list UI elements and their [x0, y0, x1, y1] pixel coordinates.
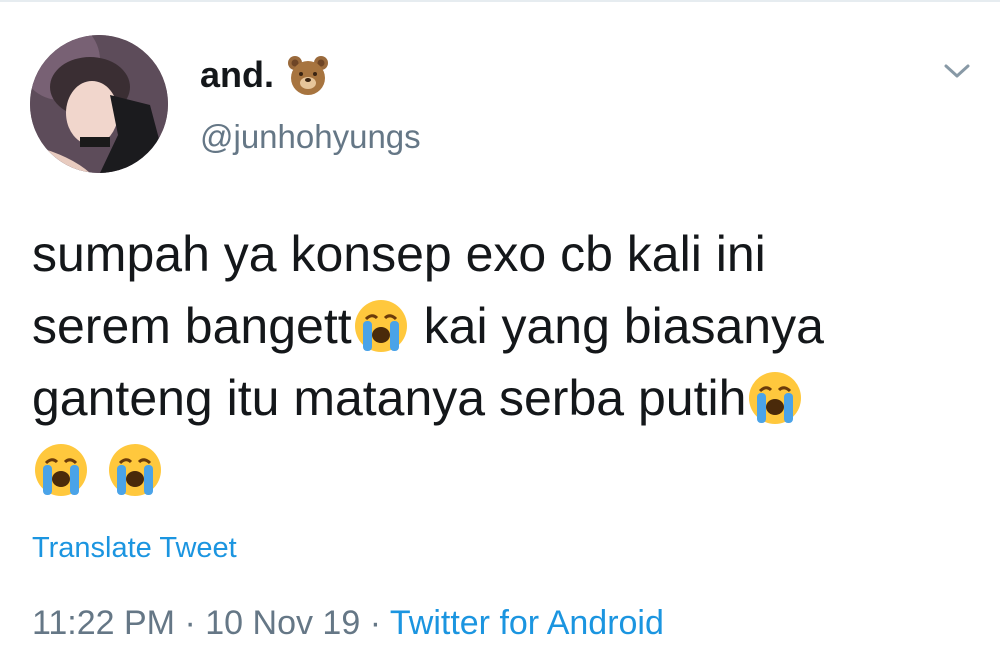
- tweet-text: sumpah ya konsep exo cb kali ini serem b…: [32, 218, 962, 506]
- loudly-crying-face-icon: [354, 300, 407, 352]
- tweet-text-segment: ganteng itu matanya serba putih: [32, 370, 747, 426]
- avatar-photo: [30, 35, 168, 173]
- chevron-down-icon[interactable]: [942, 60, 972, 82]
- loudly-crying-face-icon: [35, 444, 87, 496]
- loudly-crying-face-icon: [749, 372, 802, 424]
- bear-face-icon: [288, 56, 329, 95]
- meta-separator: ·: [369, 604, 382, 642]
- tweet-meta: 11:22 PM · 10 Nov 19 · Twitter for Andro…: [32, 604, 664, 643]
- tweet-text-segment: serem bangett: [32, 298, 352, 354]
- tweet-time[interactable]: 11:22 PM: [32, 604, 175, 642]
- tweet-line: serem bangett kai yang biasanya: [32, 290, 962, 362]
- tweet-text-segment: kai yang biasanya: [423, 298, 824, 354]
- tweet-source-link[interactable]: Twitter for Android: [390, 604, 664, 642]
- author-handle[interactable]: @junhohyungs: [200, 118, 421, 156]
- loudly-crying-face-icon: [109, 444, 161, 496]
- tweet-line: [32, 434, 962, 506]
- tweet-text-segment: sumpah ya konsep exo cb kali ini: [32, 226, 766, 282]
- meta-separator: ·: [184, 604, 196, 642]
- tweet-date[interactable]: 10 Nov 19: [205, 604, 360, 642]
- tweet-line: sumpah ya konsep exo cb kali ini: [32, 218, 962, 290]
- top-divider: [0, 0, 1000, 2]
- display-name-text: and.: [200, 54, 275, 95]
- tweet-line: ganteng itu matanya serba putih: [32, 362, 962, 434]
- author-name[interactable]: and.: [200, 50, 330, 100]
- avatar[interactable]: [30, 35, 168, 173]
- translate-tweet-link[interactable]: Translate Tweet: [32, 532, 237, 565]
